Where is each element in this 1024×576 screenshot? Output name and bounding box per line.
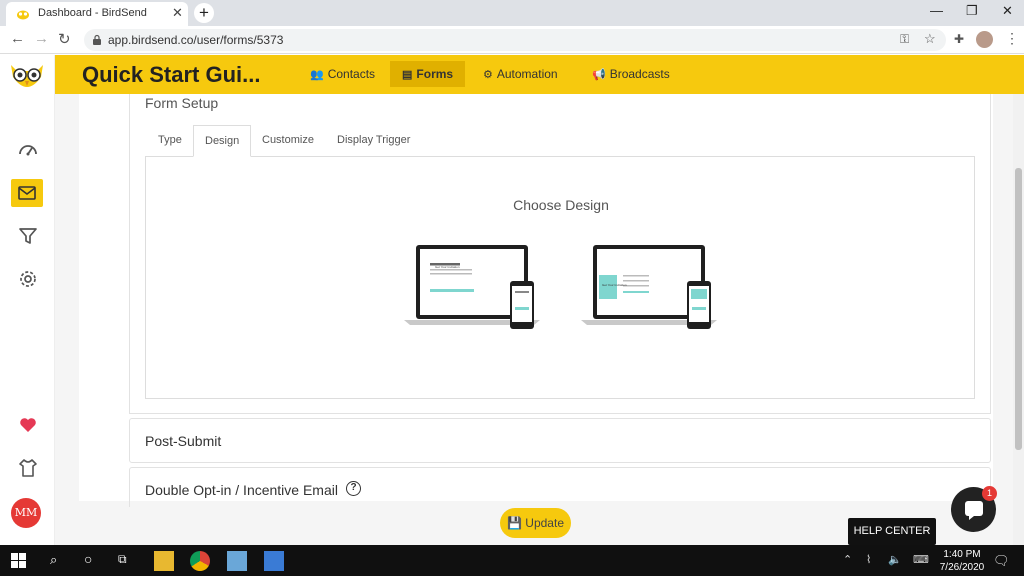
users-icon: 👥 xyxy=(310,69,324,81)
address-bar[interactable]: app.birdsend.co/user/forms/5373 ⚿ ☆ xyxy=(84,29,946,51)
sidebar-item-forms[interactable] xyxy=(11,179,43,207)
post-submit-section[interactable]: Post-Submit xyxy=(129,418,991,463)
form-icon: ▤ xyxy=(402,69,413,81)
heart-icon[interactable] xyxy=(17,414,39,436)
restore-icon[interactable]: ❐ xyxy=(966,3,978,19)
page-title: Quick Start Gui... xyxy=(82,62,261,87)
double-opt-in-section[interactable]: Double Opt-in / Incentive Email ? xyxy=(129,467,991,507)
notepad-icon[interactable] xyxy=(227,551,247,571)
network-icon[interactable]: ⌇ xyxy=(866,553,871,566)
nav-contacts-label: Contacts xyxy=(327,67,376,81)
photos-icon[interactable] xyxy=(264,551,284,571)
menu-icon[interactable]: ⋮ xyxy=(1005,30,1019,47)
page-scrollbar[interactable] xyxy=(1013,94,1024,545)
reload-icon[interactable]: ↻ xyxy=(58,30,71,48)
file-explorer-icon[interactable] xyxy=(154,551,174,571)
windows-start-icon[interactable] xyxy=(11,553,26,568)
dashboard-icon[interactable] xyxy=(17,139,39,161)
profile-avatar[interactable] xyxy=(976,31,993,48)
clock-time: 1:40 PM xyxy=(943,549,981,560)
browser-tab[interactable]: Dashboard - BirdSend ✕ xyxy=(6,2,188,26)
cortana-icon[interactable]: ○ xyxy=(84,551,92,567)
close-tab-icon[interactable]: ✕ xyxy=(172,5,183,21)
design-panel: Choose Design Get Your Invitation Get Yo… xyxy=(145,156,975,399)
extensions-icon[interactable]: ✚ xyxy=(954,32,964,46)
shirt-icon[interactable] xyxy=(17,457,39,479)
gears-icon: ⚙ xyxy=(483,69,493,81)
tab-customize[interactable]: Customize xyxy=(251,125,325,157)
nav-contacts[interactable]: 👥 Contacts xyxy=(298,61,387,87)
tab-type[interactable]: Type xyxy=(147,125,193,157)
design-preview-2-icon xyxy=(581,245,717,329)
keyboard-icon[interactable]: ⌨ xyxy=(913,553,929,566)
system-clock[interactable]: 1:40 PM 7/26/2020 xyxy=(938,548,986,574)
forward-icon[interactable]: → xyxy=(34,30,49,47)
tray-chevron-icon[interactable]: ⌃ xyxy=(843,553,852,566)
mail-icon xyxy=(18,186,36,200)
birdsend-logo-icon[interactable] xyxy=(7,59,47,95)
bookmark-star-icon[interactable]: ☆ xyxy=(924,31,936,47)
post-submit-title: Post-Submit xyxy=(145,433,222,449)
nav-broadcasts[interactable]: 📢 Broadcasts xyxy=(580,61,682,87)
main-area: Form Setup Type Design Customize Display… xyxy=(55,94,1015,545)
birdsend-favicon xyxy=(17,10,29,20)
task-view-icon[interactable]: ⧉ xyxy=(118,552,127,567)
browser-toolbar: ← → ↻ app.birdsend.co/user/forms/5373 ⚿ … xyxy=(0,26,1024,54)
design-preview-2-text: Get Your Invitation xyxy=(602,283,627,287)
url-text: app.birdsend.co/user/forms/5373 xyxy=(108,33,284,47)
chat-notification-badge: 1 xyxy=(982,486,997,501)
minimize-icon[interactable]: — xyxy=(930,3,943,18)
new-tab-button[interactable]: + xyxy=(194,3,214,23)
double-opt-in-title: Double Opt-in / Incentive Email xyxy=(145,482,338,498)
filter-icon[interactable] xyxy=(17,225,39,247)
design-option-2[interactable]: Get Your Invitation xyxy=(579,243,719,333)
chrome-icon[interactable] xyxy=(190,551,210,571)
lock-icon xyxy=(93,34,101,45)
design-option-1[interactable]: Get Your Invitation xyxy=(402,243,542,333)
app-top-nav: Quick Start Gui... 👥 Contacts ▤ Forms ⚙ Aut… xyxy=(55,55,1024,94)
app-sidebar: MM xyxy=(0,55,55,545)
volume-icon[interactable]: 🔈 xyxy=(888,553,902,566)
design-preview-1-icon xyxy=(404,245,540,329)
windows-taskbar: ⌕ ○ ⧉ ⌃ ⌇ 🔈 ⌨ 1:40 PM 7/26/2020 🗨 xyxy=(0,545,1024,576)
nav-automation-label: Automation xyxy=(496,67,558,81)
browser-tab-title: Dashboard - BirdSend xyxy=(38,7,147,19)
help-icon[interactable]: ? xyxy=(346,481,361,496)
close-window-icon[interactable]: ✕ xyxy=(1002,3,1013,19)
settings-icon[interactable] xyxy=(17,268,39,290)
user-avatar[interactable]: MM xyxy=(11,498,41,528)
megaphone-icon: 📢 xyxy=(592,69,606,81)
help-center-button[interactable]: HELP CENTER xyxy=(848,518,936,545)
save-icon: 💾 xyxy=(507,516,522,530)
choose-design-heading: Choose Design xyxy=(513,197,609,213)
form-setup-title: Form Setup xyxy=(145,95,219,111)
content-panel: Form Setup Type Design Customize Display… xyxy=(79,94,993,507)
search-icon[interactable]: ⌕ xyxy=(50,552,57,568)
notification-center-icon[interactable]: 🗨 xyxy=(993,553,1010,569)
chat-icon xyxy=(965,501,983,520)
nav-automation[interactable]: ⚙ Automation xyxy=(471,61,570,87)
design-preview-1-text: Get Your Invitation xyxy=(435,265,460,269)
nav-forms[interactable]: ▤ Forms xyxy=(390,61,466,87)
back-icon[interactable]: ← xyxy=(10,30,25,47)
update-button[interactable]: 💾 Update xyxy=(500,508,571,538)
scrollbar-thumb[interactable] xyxy=(1015,168,1022,450)
tab-display-trigger[interactable]: Display Trigger xyxy=(326,125,421,157)
tab-design[interactable]: Design xyxy=(193,125,252,157)
browser-tab-strip: Dashboard - BirdSend ✕ + — ❐ ✕ xyxy=(0,0,1024,26)
form-setup-card: Form Setup Type Design Customize Display… xyxy=(129,94,991,414)
clock-date: 7/26/2020 xyxy=(939,562,985,573)
key-icon[interactable]: ⚿ xyxy=(900,32,909,47)
nav-forms-label: Forms xyxy=(416,67,454,81)
update-button-label: Update xyxy=(525,516,564,530)
nav-broadcasts-label: Broadcasts xyxy=(609,67,670,81)
